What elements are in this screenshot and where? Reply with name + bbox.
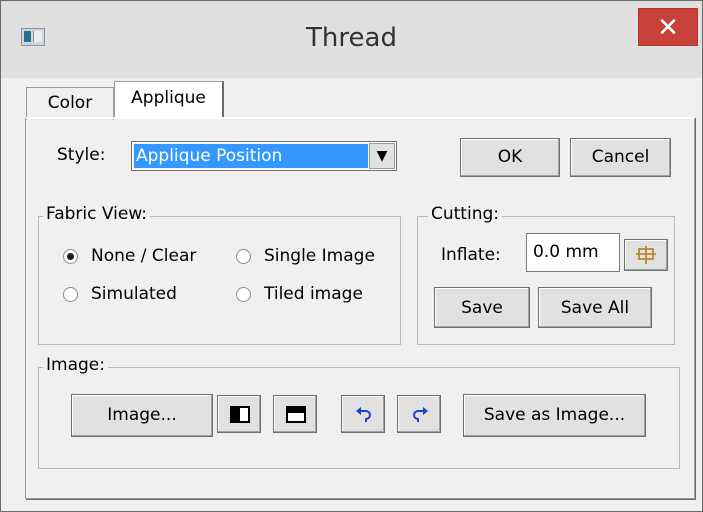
option-simulated-label[interactable]: Simulated: [91, 284, 177, 304]
fabric-view-group: [38, 216, 401, 345]
inflate-field[interactable]: 0.0 mm: [526, 233, 620, 272]
title-bar: Thread ✕: [1, 1, 702, 78]
chevron-down-icon[interactable]: ▼: [369, 143, 395, 169]
cutting-label: Cutting:: [428, 204, 502, 224]
radio-tiled-image[interactable]: [236, 287, 251, 302]
ok-button[interactable]: OK: [460, 138, 560, 177]
radio-none-clear[interactable]: [63, 249, 78, 264]
save-all-button[interactable]: Save All: [538, 287, 652, 328]
save-button[interactable]: Save: [434, 287, 530, 328]
option-tiled-image-label[interactable]: Tiled image: [264, 284, 363, 304]
option-single-image-label[interactable]: Single Image: [264, 246, 375, 266]
tab-color[interactable]: Color: [26, 87, 114, 120]
cancel-button[interactable]: Cancel: [570, 138, 671, 177]
thread-dialog: Thread ✕ Color Applique Style: Applique …: [0, 0, 703, 512]
window-title: Thread: [306, 23, 397, 53]
rotate-left-button[interactable]: [341, 395, 385, 433]
rotate-left-icon: [356, 407, 371, 422]
rotate-right-button[interactable]: [397, 395, 441, 433]
image-group-label: Image:: [43, 355, 108, 375]
tab-applique[interactable]: Applique: [114, 81, 224, 119]
split-vertical-button[interactable]: [217, 395, 261, 433]
cross-arrows-icon: [636, 246, 656, 264]
split-horizontal-button[interactable]: [273, 395, 317, 433]
style-dropdown[interactable]: Applique Position ▼: [131, 141, 397, 171]
image-button[interactable]: Image...: [71, 394, 213, 437]
radio-simulated[interactable]: [63, 287, 78, 302]
radio-single-image[interactable]: [236, 249, 251, 264]
split-horizontal-icon: [286, 406, 306, 423]
style-selected-value: Applique Position: [134, 144, 368, 168]
split-vertical-icon: [230, 406, 250, 423]
style-label: Style:: [57, 145, 106, 165]
option-none-clear-label[interactable]: None / Clear: [91, 246, 196, 266]
inflate-adjust-button[interactable]: [624, 239, 668, 271]
fabric-view-label: Fabric View:: [43, 204, 151, 224]
dialog-client-area: Color Applique Style: Applique Position …: [11, 79, 695, 501]
rotate-right-icon: [413, 407, 428, 422]
inflate-label: Inflate:: [441, 245, 501, 265]
close-button[interactable]: ✕: [638, 8, 698, 46]
save-as-image-button[interactable]: Save as Image...: [463, 394, 646, 437]
